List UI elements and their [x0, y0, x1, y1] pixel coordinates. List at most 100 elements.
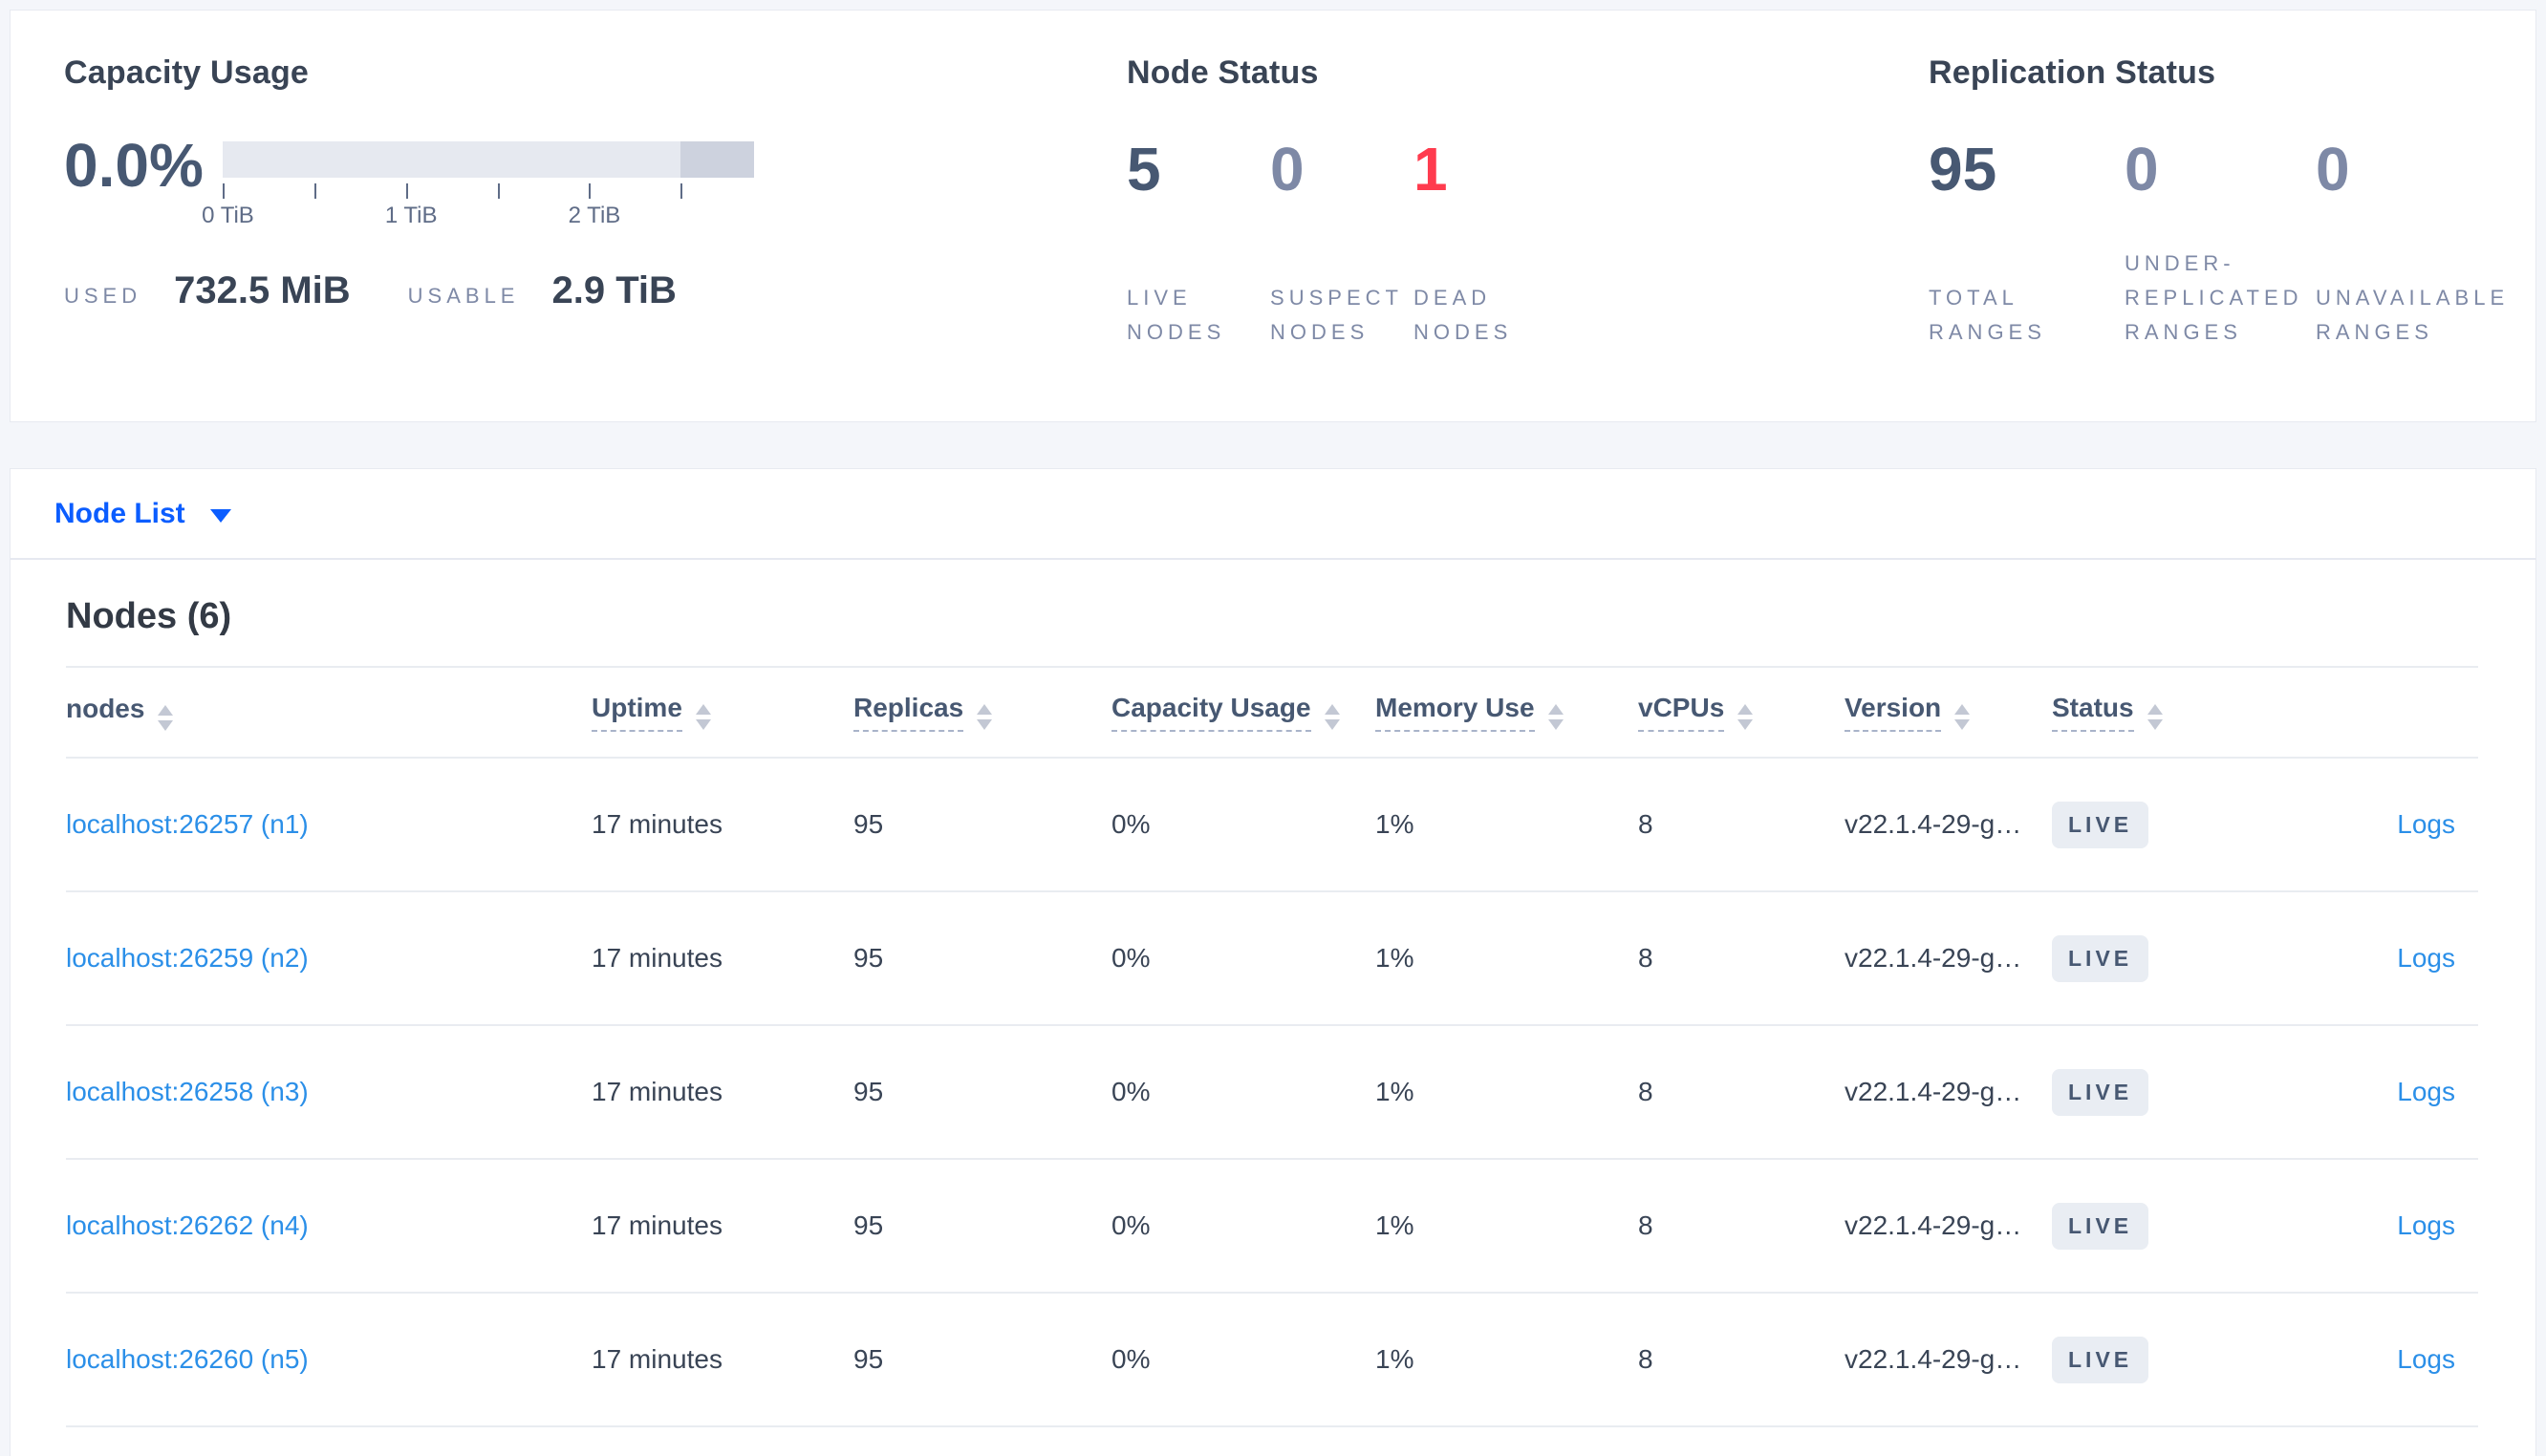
node-status-title: Node Status [1127, 54, 1319, 91]
capacity-usage-cell: 0% [1111, 809, 1151, 839]
memory-use-cell: 1% [1375, 1077, 1414, 1106]
unavailable-ranges-label: UNAVAILABLE [2316, 286, 2510, 310]
capacity-usage-title: Capacity Usage [64, 54, 310, 91]
under-replicated-ranges-value: 0 [2125, 135, 2159, 203]
usable-value: 2.9 TiB [551, 269, 677, 311]
capacity-bar-dark-segment [680, 141, 754, 178]
version-cell: v22.1.4-29-g… [1845, 1210, 2022, 1240]
version-cell: v22.1.4-29-g… [1845, 943, 2022, 973]
table-row: localhost:26257 (n1) 17 minutes 95 0% 1%… [66, 759, 2478, 892]
capacity-bar-chart: 0 TiB 1 TiB 2 TiB [202, 141, 754, 231]
total-ranges-value: 95 [1929, 135, 1997, 203]
capacity-bar-ticks [223, 178, 754, 203]
uptime-cell: 17 minutes [592, 943, 723, 973]
node-link[interactable]: localhost:26258 (n3) [66, 1077, 309, 1106]
sort-icon [977, 704, 993, 730]
version-cell: v22.1.4-29-g… [1845, 1344, 2022, 1374]
version-cell: v22.1.4-29-g… [1845, 809, 2022, 839]
column-header-uptime[interactable]: Uptime [592, 693, 853, 732]
uptime-cell: 17 minutes [592, 1077, 723, 1106]
sort-icon [1547, 704, 1564, 730]
memory-use-cell: 1% [1375, 1210, 1414, 1240]
nodes-table-header: nodes Uptime Replicas Capacity Usage Mem… [66, 666, 2478, 759]
replicas-cell: 95 [853, 1077, 884, 1106]
unavailable-ranges-value: 0 [2316, 135, 2350, 203]
usable-label: USABLE [407, 284, 520, 308]
tick-label-1tib: 1 TiB [384, 203, 438, 228]
sort-icon [695, 704, 711, 730]
replicas-cell: 95 [853, 943, 884, 973]
nodes-table-card: Nodes (6) nodes Uptime Replicas Capacity… [10, 560, 2536, 1456]
capacity-bar [223, 141, 754, 178]
node-link[interactable]: localhost:26257 (n1) [66, 809, 309, 839]
capacity-percent-value: 0.0% [64, 131, 204, 200]
dead-nodes-stat: 1 DEAD NODES [1413, 134, 1557, 350]
dead-nodes-label: DEAD [1413, 286, 1492, 310]
used-label: USED [64, 284, 142, 308]
column-header-capacity-usage[interactable]: Capacity Usage [1111, 693, 1375, 732]
column-header-nodes[interactable]: nodes [66, 694, 592, 731]
under-replicated-ranges-stat: 0 UNDER- REPLICATED RANGES [2125, 134, 2316, 350]
memory-use-cell: 1% [1375, 809, 1414, 839]
replicas-cell: 95 [853, 1210, 884, 1240]
node-link[interactable]: localhost:26262 (n4) [66, 1210, 309, 1240]
live-nodes-label: LIVE [1127, 286, 1192, 310]
nodes-table-title: Nodes (6) [66, 596, 232, 636]
sort-icon [1737, 704, 1754, 730]
vcpus-cell: 8 [1638, 943, 1653, 973]
node-list-dropdown-label: Node List [54, 497, 185, 529]
logs-link[interactable]: Logs [2397, 1210, 2455, 1240]
status-badge: LIVE [2052, 1068, 2149, 1116]
status-badge: LIVE [2052, 1202, 2149, 1250]
uptime-cell: 17 minutes [592, 1210, 723, 1240]
status-badge: LIVE [2052, 934, 2149, 982]
suspect-nodes-stat: 0 SUSPECT NODES [1270, 134, 1413, 350]
cluster-summary-card: Capacity Usage 0.0% 0 TiB 1 TiB 2 TiB US… [10, 10, 2536, 422]
vcpus-cell: 8 [1638, 1210, 1653, 1240]
table-row: localhost:26258 (n3) 17 minutes 95 0% 1%… [66, 1026, 2478, 1160]
capacity-usage-section: Capacity Usage 0.0% 0 TiB 1 TiB 2 TiB US… [64, 54, 1127, 421]
table-row: localhost:26259 (n2) 17 minutes 95 0% 1%… [66, 892, 2478, 1026]
tick-label-0tib: 0 TiB [202, 203, 254, 228]
live-nodes-stat: 5 LIVE NODES [1127, 134, 1270, 350]
sort-icon [1954, 704, 1971, 730]
status-badge: LIVE [2052, 801, 2149, 848]
sort-icon [2147, 704, 2163, 730]
used-value: 732.5 MiB [174, 269, 351, 311]
memory-use-cell: 1% [1375, 1344, 1414, 1374]
node-status-section: Node Status 5 LIVE NODES 0 SUSPECT NODES… [1127, 54, 1929, 421]
uptime-cell: 17 minutes [592, 1344, 723, 1374]
capacity-usage-cell: 0% [1111, 1210, 1151, 1240]
column-header-memory-use[interactable]: Memory Use [1375, 693, 1638, 732]
replicas-cell: 95 [853, 1344, 884, 1374]
dead-nodes-value: 1 [1413, 135, 1448, 203]
logs-link[interactable]: Logs [2397, 1077, 2455, 1106]
memory-use-cell: 1% [1375, 943, 1414, 973]
node-list-dropdown[interactable]: Node List [54, 498, 231, 530]
logs-link[interactable]: Logs [2397, 943, 2455, 973]
column-header-version[interactable]: Version [1845, 693, 2052, 732]
column-header-replicas[interactable]: Replicas [853, 693, 1111, 732]
total-ranges-stat: 95 TOTAL RANGES [1929, 134, 2125, 350]
logs-link[interactable]: Logs [2397, 809, 2455, 839]
table-row: localhost:26260 (n5) 17 minutes 95 0% 1%… [66, 1294, 2478, 1427]
replicas-cell: 95 [853, 809, 884, 839]
table-row: localhost:26262 (n4) 17 minutes 95 0% 1%… [66, 1160, 2478, 1294]
node-link[interactable]: localhost:26260 (n5) [66, 1344, 309, 1374]
logs-link[interactable]: Logs [2397, 1344, 2455, 1374]
node-link[interactable]: localhost:26259 (n2) [66, 943, 309, 973]
capacity-usage-cell: 0% [1111, 1344, 1151, 1374]
uptime-cell: 17 minutes [592, 809, 723, 839]
total-ranges-label: TOTAL [1929, 286, 2018, 310]
sort-icon [158, 705, 174, 731]
status-badge: LIVE [2052, 1336, 2149, 1383]
version-cell: v22.1.4-29-g… [1845, 1077, 2022, 1106]
under-replicated-ranges-label: UNDER- [2125, 251, 2235, 275]
vcpus-cell: 8 [1638, 1344, 1653, 1374]
suspect-nodes-value: 0 [1270, 135, 1305, 203]
tick-label-2tib: 2 TiB [568, 203, 621, 228]
vcpus-cell: 8 [1638, 809, 1653, 839]
column-header-status[interactable]: Status [2052, 693, 2315, 732]
column-header-vcpus[interactable]: vCPUs [1638, 693, 1845, 732]
sort-icon [1324, 704, 1340, 730]
